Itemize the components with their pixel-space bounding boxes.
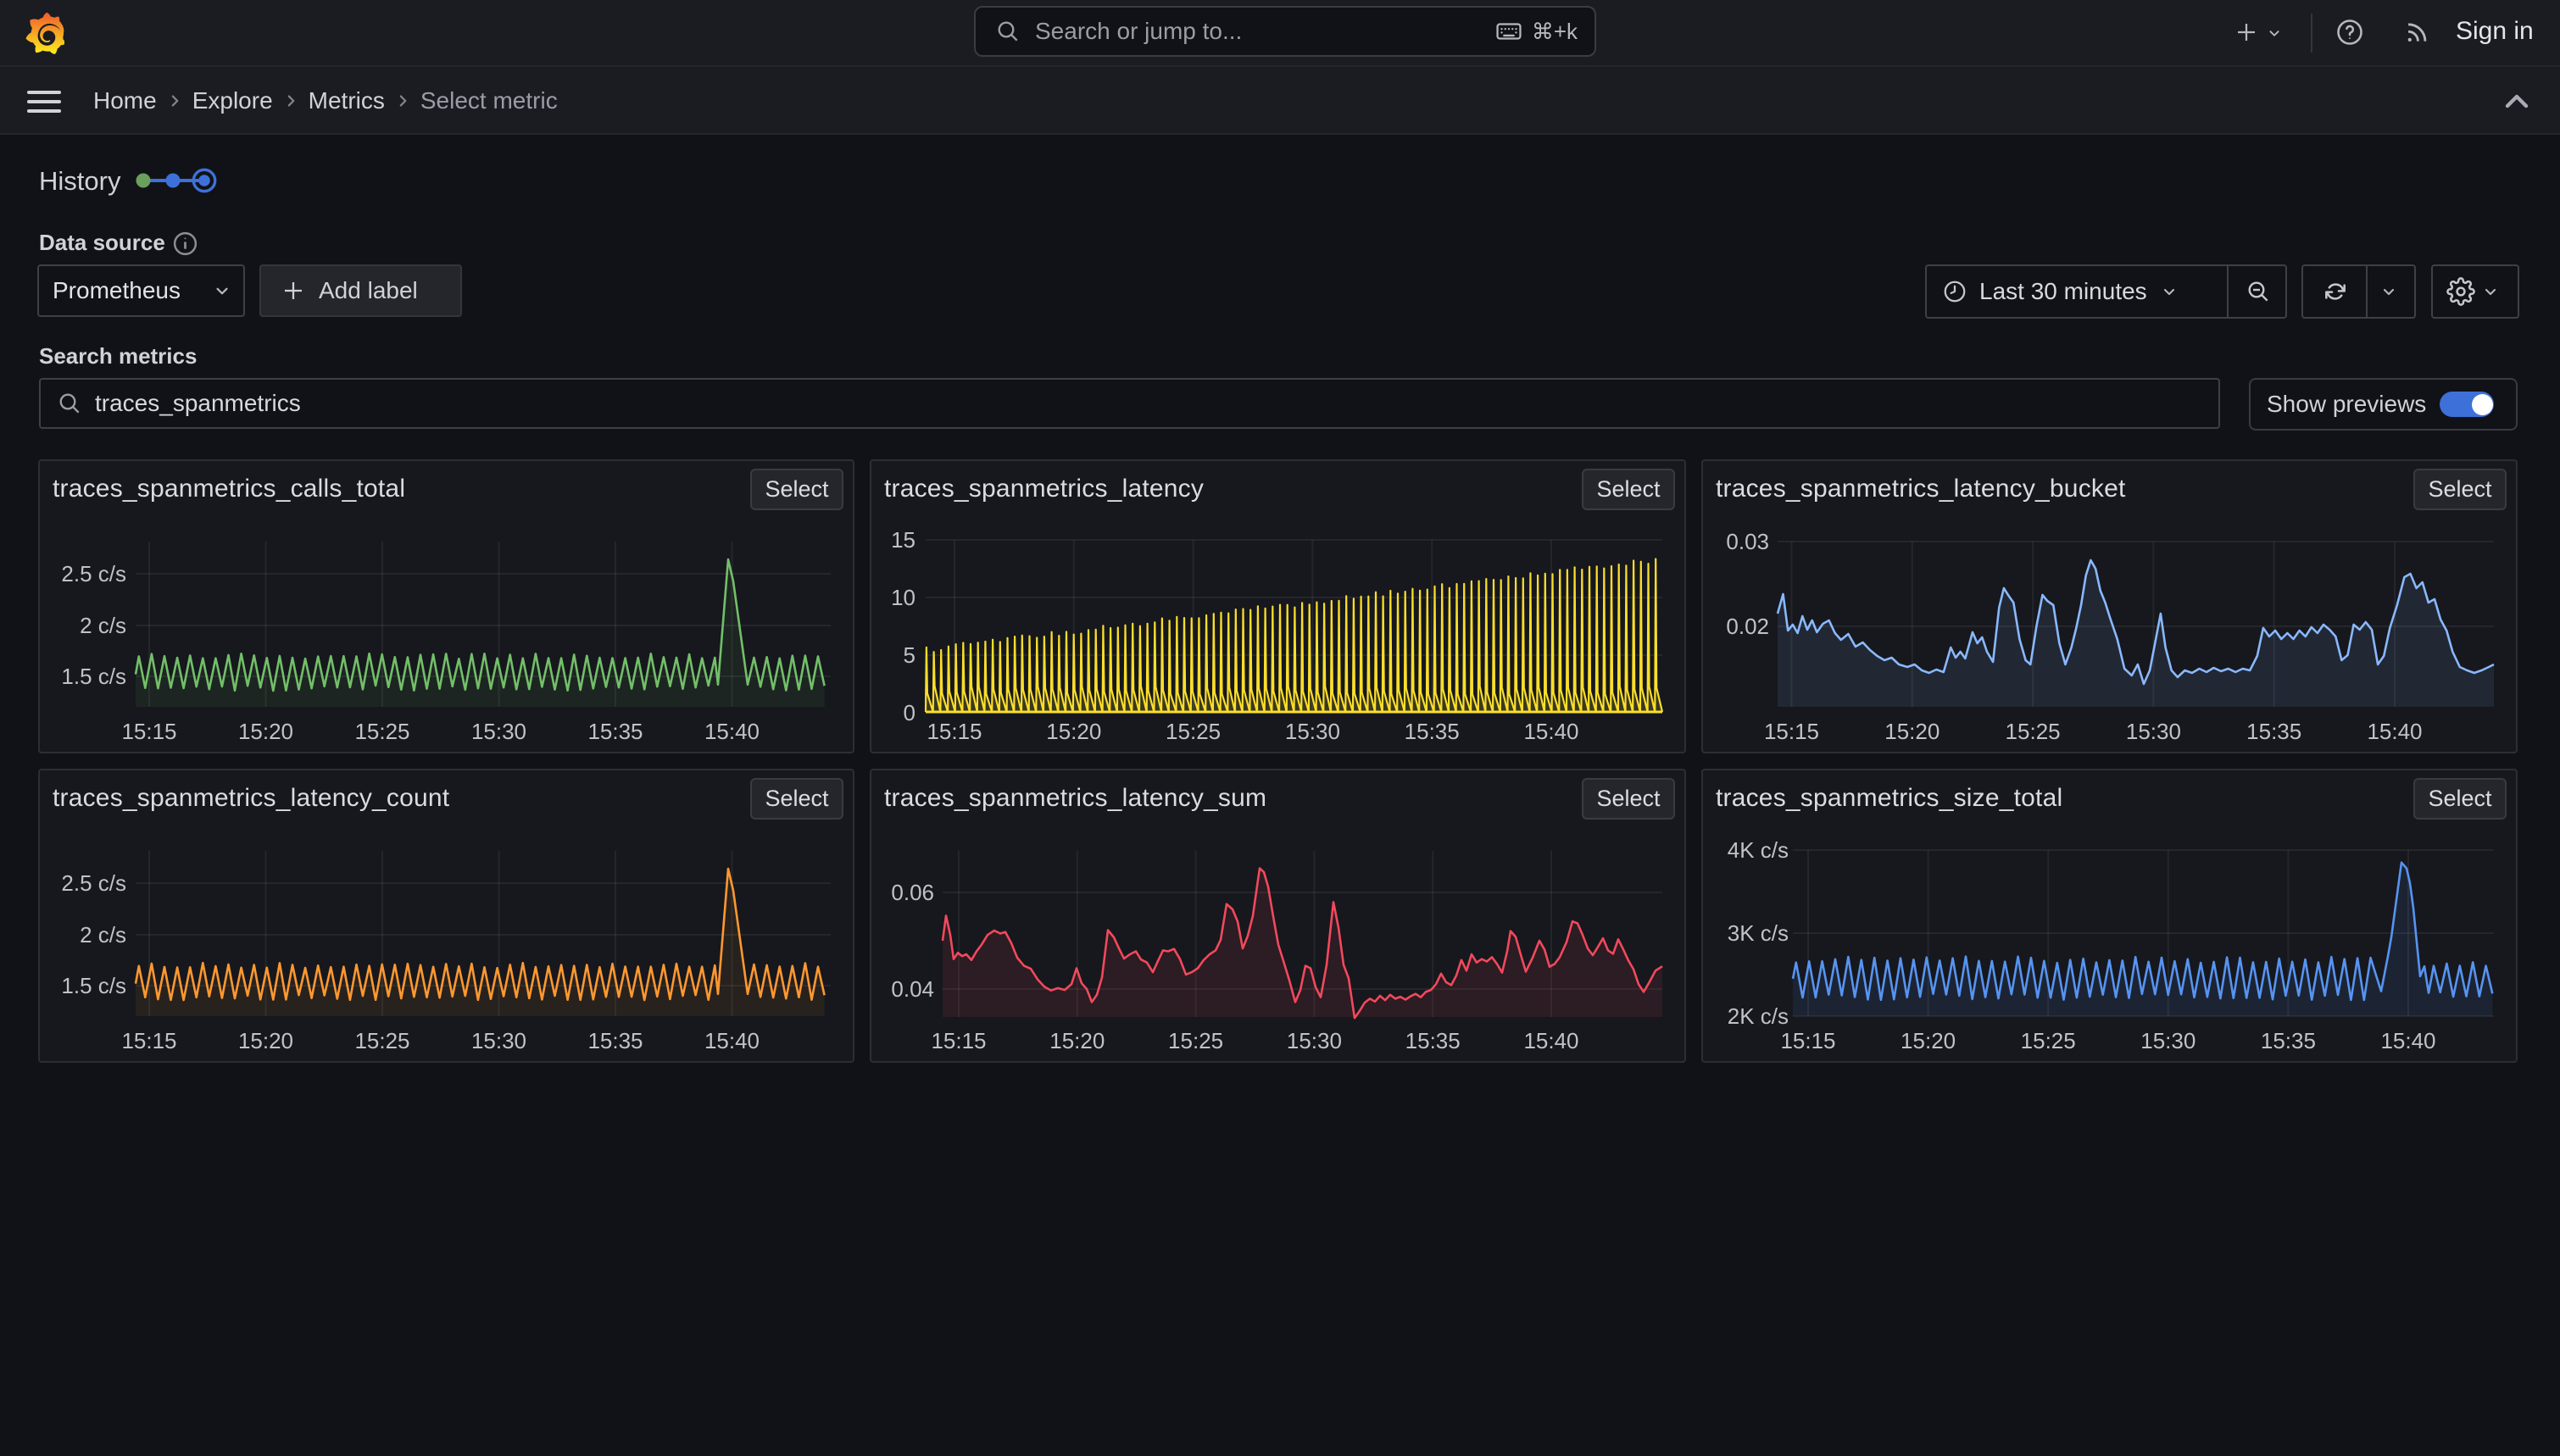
- svg-text:2.5 c/s: 2.5 c/s: [61, 870, 126, 896]
- svg-text:15:40: 15:40: [2367, 719, 2422, 744]
- svg-text:15:20: 15:20: [238, 1028, 293, 1053]
- svg-text:15:15: 15:15: [121, 1028, 176, 1053]
- svg-text:0: 0: [904, 700, 915, 725]
- svg-text:2 c/s: 2 c/s: [80, 613, 126, 638]
- svg-text:15:25: 15:25: [354, 719, 409, 744]
- svg-text:15:40: 15:40: [1523, 719, 1578, 744]
- svg-text:15:40: 15:40: [704, 719, 760, 744]
- svg-text:15:15: 15:15: [1780, 1028, 1835, 1053]
- svg-text:15:15: 15:15: [931, 1028, 986, 1053]
- svg-text:3K c/s: 3K c/s: [1728, 920, 1789, 946]
- svg-text:15:15: 15:15: [927, 719, 982, 744]
- svg-text:0.06: 0.06: [891, 880, 934, 905]
- svg-text:15:30: 15:30: [2126, 719, 2181, 744]
- svg-text:15:15: 15:15: [1764, 719, 1819, 744]
- svg-text:15:20: 15:20: [1046, 719, 1101, 744]
- svg-text:2K c/s: 2K c/s: [1728, 1003, 1789, 1029]
- svg-text:5: 5: [904, 642, 915, 668]
- svg-text:4K c/s: 4K c/s: [1728, 837, 1789, 863]
- svg-text:15:40: 15:40: [2380, 1028, 2435, 1053]
- svg-text:15:30: 15:30: [471, 719, 526, 744]
- svg-text:2.5 c/s: 2.5 c/s: [61, 561, 126, 586]
- svg-text:15:20: 15:20: [1901, 1028, 1956, 1053]
- svg-text:15:20: 15:20: [238, 719, 293, 744]
- svg-text:15:30: 15:30: [471, 1028, 526, 1053]
- svg-text:15:35: 15:35: [2261, 1028, 2316, 1053]
- svg-text:15:15: 15:15: [121, 719, 176, 744]
- svg-text:15:20: 15:20: [1049, 1028, 1105, 1053]
- svg-text:0.03: 0.03: [1726, 529, 1769, 554]
- svg-text:15:40: 15:40: [1523, 1028, 1578, 1053]
- svg-text:15:35: 15:35: [587, 719, 643, 744]
- svg-text:15:35: 15:35: [1405, 1028, 1461, 1053]
- svg-text:0.02: 0.02: [1726, 614, 1769, 639]
- svg-text:15:35: 15:35: [2246, 719, 2301, 744]
- svg-text:15:25: 15:25: [2006, 719, 2061, 744]
- svg-text:1.5 c/s: 1.5 c/s: [61, 973, 126, 998]
- svg-text:0.04: 0.04: [891, 976, 934, 1002]
- svg-text:15:30: 15:30: [1287, 1028, 1342, 1053]
- svg-text:15:25: 15:25: [1166, 719, 1221, 744]
- svg-text:15:25: 15:25: [354, 1028, 409, 1053]
- svg-text:15:30: 15:30: [2140, 1028, 2195, 1053]
- svg-text:10: 10: [891, 585, 915, 610]
- svg-text:15:35: 15:35: [587, 1028, 643, 1053]
- svg-text:1.5 c/s: 1.5 c/s: [61, 664, 126, 689]
- svg-text:15:25: 15:25: [1168, 1028, 1223, 1053]
- svg-text:2 c/s: 2 c/s: [80, 922, 126, 948]
- svg-text:15:30: 15:30: [1285, 719, 1340, 744]
- svg-text:15:40: 15:40: [704, 1028, 760, 1053]
- svg-text:15: 15: [891, 527, 915, 553]
- svg-text:15:25: 15:25: [2021, 1028, 2076, 1053]
- svg-text:15:20: 15:20: [1884, 719, 1939, 744]
- svg-text:15:35: 15:35: [1405, 719, 1460, 744]
